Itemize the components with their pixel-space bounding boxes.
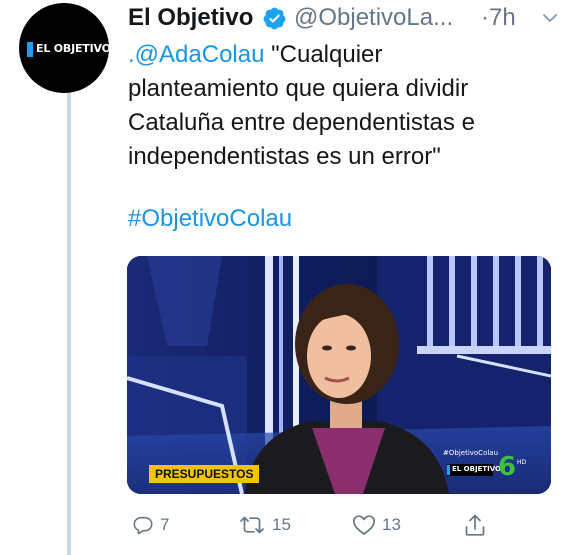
media-logo-text: EL OBJETIVO — [452, 465, 501, 473]
tweet-text-line: .@AdaColau "Cualquier — [128, 38, 558, 72]
verified-badge-icon — [263, 7, 286, 30]
reply-icon — [133, 516, 153, 535]
hashtag-link[interactable]: #ObjetivoColau — [128, 202, 292, 236]
tweet-text: .@AdaColau "Cualquier planteamiento que … — [128, 38, 558, 174]
retweet-count: 15 — [272, 515, 291, 534]
avatar-logo: EL OBJETIVO — [27, 40, 109, 59]
mention-link[interactable]: .@AdaColau — [128, 41, 264, 68]
media-watermark: #ObjetivoColau — [443, 449, 499, 457]
tweet-text-line: independentistas es un error" — [128, 143, 441, 170]
share-button[interactable] — [464, 510, 486, 540]
media-show-logo: EL OBJETIVO — [447, 464, 501, 476]
reply-button[interactable]: 7 — [132, 510, 169, 540]
channel-hd-tag: HD — [517, 459, 527, 466]
media-scene — [127, 256, 551, 494]
avatar-logo-text: EL OBJETIVO — [36, 42, 109, 55]
retweet-button[interactable]: 15 — [238, 510, 291, 540]
tweet-text-line: planteamiento que quiera dividir — [128, 75, 469, 102]
channel-logo: 6 — [498, 452, 517, 482]
like-count: 13 — [382, 515, 401, 534]
tweet-header: El Objetivo @ObjetivoLa... ·7h — [128, 2, 568, 36]
author-handle[interactable]: @ObjetivoLa... — [294, 4, 453, 32]
media-caption-lower-third: PRESUPUESTOS — [149, 465, 260, 483]
chevron-down-icon[interactable] — [542, 12, 558, 24]
reply-count: 7 — [160, 515, 170, 534]
author-name[interactable]: El Objetivo — [128, 4, 253, 32]
retweet-icon — [240, 516, 264, 534]
share-icon — [465, 514, 485, 536]
avatar[interactable]: EL OBJETIVO — [19, 3, 109, 93]
heart-icon — [352, 515, 376, 535]
thread-line — [67, 92, 71, 555]
tweet-text-segment: "Cualquier — [264, 41, 383, 68]
tweet-text-line: Cataluña entre dependentistas e — [128, 109, 475, 136]
like-button[interactable]: 13 — [352, 510, 401, 540]
tweet-actions: 7 15 13 — [128, 510, 568, 540]
tweet-media-image[interactable]: PRESUPUESTOS #ObjetivoColau EL OBJETIVO … — [127, 256, 551, 494]
tweet-timestamp[interactable]: ·7h — [481, 4, 516, 32]
